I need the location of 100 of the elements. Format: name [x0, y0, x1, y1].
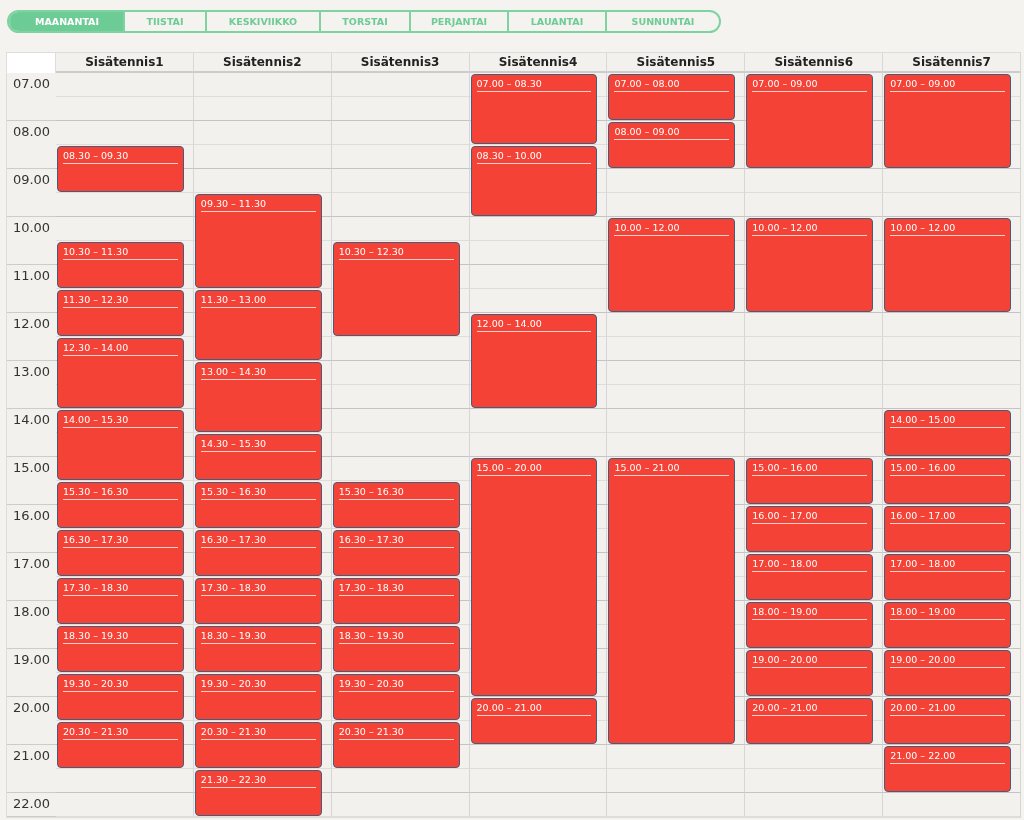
booking-block[interactable]: 12.30 – 14.00 — [57, 338, 184, 408]
booking-block[interactable]: 20.30 – 21.30 — [194, 722, 322, 768]
booking-block[interactable]: 18.30 – 19.30 — [194, 626, 322, 672]
booking-time: 17.30 – 18.30 — [200, 582, 316, 596]
booking-block[interactable]: 20.00 – 21.00 — [746, 698, 874, 744]
booking-block[interactable]: 17.00 – 18.00 — [884, 554, 1011, 600]
booking-block[interactable]: 19.30 – 20.30 — [57, 674, 184, 720]
booking-block[interactable]: 12.00 – 14.00 — [470, 314, 598, 408]
booking-time: 16.00 – 17.00 — [752, 510, 868, 524]
booking-block[interactable]: 16.30 – 17.30 — [57, 530, 184, 576]
booking-time: 15.30 – 16.30 — [63, 486, 178, 500]
booking-time: 10.30 – 11.30 — [63, 246, 178, 260]
booking-time: 12.00 – 14.00 — [476, 318, 592, 332]
booking-block[interactable]: 19.30 – 20.30 — [194, 674, 322, 720]
booking-time: 17.30 – 18.30 — [63, 582, 178, 596]
booking-block[interactable]: 17.30 – 18.30 — [57, 578, 184, 624]
booking-time: 14.00 – 15.30 — [63, 414, 178, 428]
booking-block[interactable]: 18.00 – 19.00 — [884, 602, 1011, 648]
booking-block[interactable]: 11.30 – 13.00 — [194, 290, 322, 360]
booking-time: 18.30 – 19.30 — [63, 630, 178, 644]
booking-block[interactable]: 20.30 – 21.30 — [57, 722, 184, 768]
court-header: Sisätennis4 — [469, 53, 608, 73]
booking-time: 16.30 – 17.30 — [63, 534, 178, 548]
booking-block[interactable]: 15.30 – 16.30 — [57, 482, 184, 528]
booking-time: 18.30 – 19.30 — [338, 630, 454, 644]
booking-time: 14.30 – 15.30 — [200, 438, 316, 452]
booking-block[interactable]: 10.00 – 12.00 — [884, 218, 1011, 312]
booking-time: 17.30 – 18.30 — [338, 582, 454, 596]
booking-time: 16.30 – 17.30 — [338, 534, 454, 548]
court-header: Sisätennis6 — [745, 53, 884, 73]
booking-block[interactable]: 18.30 – 19.30 — [57, 626, 184, 672]
booking-block[interactable]: 15.00 – 20.00 — [470, 458, 598, 696]
booking-time: 16.00 – 17.00 — [890, 510, 1005, 524]
day-tab[interactable]: MAANANTAI — [9, 12, 123, 31]
booking-block[interactable]: 20.30 – 21.30 — [332, 722, 460, 768]
booking-time: 08.00 – 09.00 — [614, 126, 730, 140]
booking-time: 07.00 – 09.00 — [752, 78, 868, 92]
booking-time: 15.00 – 21.00 — [614, 462, 730, 476]
booking-block[interactable]: 21.30 – 22.30 — [194, 770, 322, 816]
booking-block[interactable]: 08.00 – 09.00 — [608, 122, 736, 168]
booking-time: 19.30 – 20.30 — [63, 678, 178, 692]
booking-block[interactable]: 07.00 – 08.00 — [608, 74, 736, 120]
booking-block[interactable]: 19.00 – 20.00 — [884, 650, 1011, 696]
booking-time: 16.30 – 17.30 — [200, 534, 316, 548]
booking-block[interactable]: 10.30 – 12.30 — [332, 242, 460, 336]
booking-time: 13.00 – 14.30 — [200, 366, 316, 380]
booking-block[interactable]: 13.00 – 14.30 — [194, 362, 322, 432]
booking-time: 10.00 – 12.00 — [752, 222, 868, 236]
court-header: Sisätennis3 — [331, 53, 470, 73]
booking-block[interactable]: 15.30 – 16.30 — [332, 482, 460, 528]
booking-time: 20.30 – 21.30 — [338, 726, 454, 740]
booking-block[interactable]: 07.00 – 08.30 — [470, 74, 598, 144]
booking-time: 17.00 – 18.00 — [890, 558, 1005, 572]
booking-block[interactable]: 14.00 – 15.30 — [57, 410, 184, 480]
booking-block[interactable]: 08.30 – 09.30 — [57, 146, 184, 192]
booking-block[interactable]: 20.00 – 21.00 — [884, 698, 1011, 744]
booking-block[interactable]: 20.00 – 21.00 — [470, 698, 598, 744]
booking-block[interactable]: 15.00 – 21.00 — [608, 458, 736, 744]
booking-block[interactable]: 15.00 – 16.00 — [884, 458, 1011, 504]
booking-block[interactable]: 10.30 – 11.30 — [57, 242, 184, 288]
booking-time: 08.30 – 10.00 — [476, 150, 592, 164]
booking-block[interactable]: 21.00 – 22.00 — [884, 746, 1011, 792]
booking-time: 07.00 – 08.30 — [476, 78, 592, 92]
booking-block[interactable]: 08.30 – 10.00 — [470, 146, 598, 216]
booking-block[interactable]: 15.30 – 16.30 — [194, 482, 322, 528]
booking-block[interactable]: 14.30 – 15.30 — [194, 434, 322, 480]
booking-block[interactable]: 10.00 – 12.00 — [608, 218, 736, 312]
booking-block[interactable]: 18.00 – 19.00 — [746, 602, 874, 648]
booking-block[interactable]: 11.30 – 12.30 — [57, 290, 184, 336]
booking-time: 17.00 – 18.00 — [752, 558, 868, 572]
booking-time: 20.30 – 21.30 — [63, 726, 178, 740]
booking-block[interactable]: 15.00 – 16.00 — [746, 458, 874, 504]
booking-block[interactable]: 17.30 – 18.30 — [332, 578, 460, 624]
court-header: Sisätennis7 — [883, 53, 1021, 73]
booking-time: 19.30 – 20.30 — [200, 678, 316, 692]
booking-block[interactable]: 14.00 – 15.00 — [884, 410, 1011, 456]
booking-block[interactable]: 19.30 – 20.30 — [332, 674, 460, 720]
booking-time: 19.30 – 20.30 — [338, 678, 454, 692]
booking-time: 21.30 – 22.30 — [200, 774, 316, 788]
booking-time: 20.00 – 21.00 — [476, 702, 592, 716]
booking-time: 07.00 – 09.00 — [890, 78, 1005, 92]
booking-time: 11.30 – 13.00 — [200, 294, 316, 308]
booking-block[interactable]: 17.30 – 18.30 — [194, 578, 322, 624]
court-header: Sisätennis1 — [56, 53, 194, 73]
booking-block[interactable]: 19.00 – 20.00 — [746, 650, 874, 696]
booking-block[interactable]: 16.00 – 17.00 — [746, 506, 874, 552]
booking-block[interactable]: 07.00 – 09.00 — [884, 74, 1011, 168]
booking-block[interactable]: 10.00 – 12.00 — [746, 218, 874, 312]
booking-block[interactable]: 18.30 – 19.30 — [332, 626, 460, 672]
booking-block[interactable]: 09.30 – 11.30 — [194, 194, 322, 288]
booking-block[interactable]: 16.00 – 17.00 — [884, 506, 1011, 552]
booking-time: 15.00 – 16.00 — [890, 462, 1005, 476]
booking-block[interactable]: 17.00 – 18.00 — [746, 554, 874, 600]
booking-block[interactable]: 07.00 – 09.00 — [746, 74, 874, 168]
booking-block[interactable]: 16.30 – 17.30 — [332, 530, 460, 576]
booking-time: 15.30 – 16.30 — [338, 486, 454, 500]
booking-time: 19.00 – 20.00 — [890, 654, 1005, 668]
booking-time: 18.30 – 19.30 — [200, 630, 316, 644]
booking-block[interactable]: 16.30 – 17.30 — [194, 530, 322, 576]
booking-time: 18.00 – 19.00 — [752, 606, 868, 620]
